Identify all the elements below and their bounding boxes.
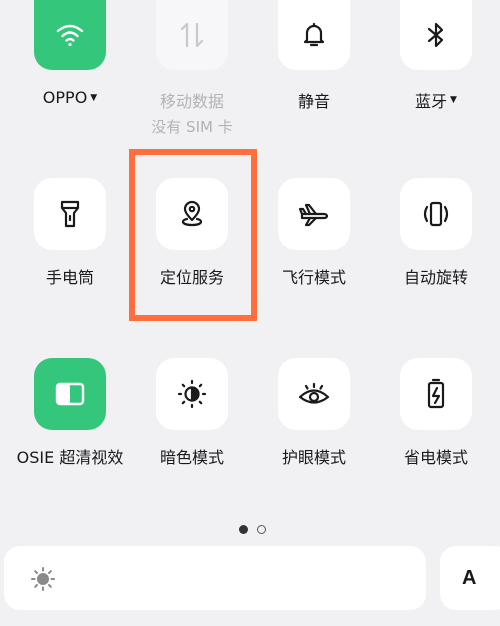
tile-bluetooth[interactable]: 蓝牙 ▼ xyxy=(366,0,500,112)
bluetooth-icon xyxy=(425,21,447,49)
tile-label: 静音 xyxy=(297,92,330,111)
osie-icon xyxy=(55,382,85,406)
bluetooth-toggle[interactable] xyxy=(400,0,472,70)
tile-label: 蓝牙 xyxy=(415,92,448,111)
auto-rotate-icon xyxy=(420,199,452,229)
tile-auto-rotate[interactable]: 自动旋转 xyxy=(366,178,500,288)
page-dot[interactable] xyxy=(257,525,266,534)
wifi-toggle[interactable] xyxy=(34,0,106,70)
silent-toggle[interactable] xyxy=(278,0,350,70)
bell-icon xyxy=(301,21,327,49)
wifi-icon xyxy=(55,22,85,48)
brightness-slider[interactable] xyxy=(4,546,426,610)
tile-label: OPPO xyxy=(42,88,88,107)
mobile-data-icon xyxy=(178,20,206,50)
tile-label: 自动旋转 xyxy=(403,268,468,287)
eye-icon xyxy=(297,380,331,408)
tile-label: 手电筒 xyxy=(45,268,94,287)
tile-label: 飞行模式 xyxy=(281,268,346,287)
tile-power-saving[interactable]: 省电模式 xyxy=(366,358,500,468)
power-saving-toggle[interactable] xyxy=(400,358,472,430)
tile-label: 省电模式 xyxy=(403,448,468,467)
dark-mode-toggle[interactable] xyxy=(156,358,228,430)
sun-icon xyxy=(30,566,56,592)
battery-icon xyxy=(426,378,446,410)
tile-mobile-data[interactable]: 移动数据 没有 SIM 卡 xyxy=(122,0,262,137)
tile-osie[interactable]: OSIE 超清视效 xyxy=(0,358,140,468)
tile-label: OSIE 超清视效 xyxy=(16,448,124,467)
flashlight-icon xyxy=(59,199,81,229)
highlight-box xyxy=(129,149,257,321)
dark-mode-icon xyxy=(176,378,208,410)
tile-label: 移动数据 xyxy=(159,92,224,111)
mobile-data-toggle[interactable] xyxy=(156,0,228,70)
tile-silent[interactable]: 静音 xyxy=(244,0,384,112)
tile-eye-care[interactable]: 护眼模式 xyxy=(244,358,384,468)
tile-label: 暗色模式 xyxy=(159,448,224,467)
font-size-button[interactable]: A xyxy=(440,546,500,610)
dropdown-caret-icon[interactable]: ▼ xyxy=(90,93,97,103)
airplane-toggle[interactable] xyxy=(278,178,350,250)
tile-airplane[interactable]: 飞行模式 xyxy=(244,178,384,288)
osie-toggle[interactable] xyxy=(34,358,106,430)
dropdown-caret-icon[interactable]: ▼ xyxy=(450,95,457,105)
auto-rotate-toggle[interactable] xyxy=(400,178,472,250)
page-dot-active[interactable] xyxy=(239,525,248,534)
tile-label: 护眼模式 xyxy=(281,448,346,467)
flashlight-toggle[interactable] xyxy=(34,178,106,250)
tile-flashlight[interactable]: 手电筒 xyxy=(0,178,140,288)
eye-care-toggle[interactable] xyxy=(278,358,350,430)
tile-wifi[interactable]: OPPO ▼ xyxy=(0,0,140,107)
tile-sublabel: 没有 SIM 卡 xyxy=(151,118,233,136)
tile-dark-mode[interactable]: 暗色模式 xyxy=(122,358,262,468)
page-indicator xyxy=(239,525,266,534)
airplane-icon xyxy=(298,200,330,228)
